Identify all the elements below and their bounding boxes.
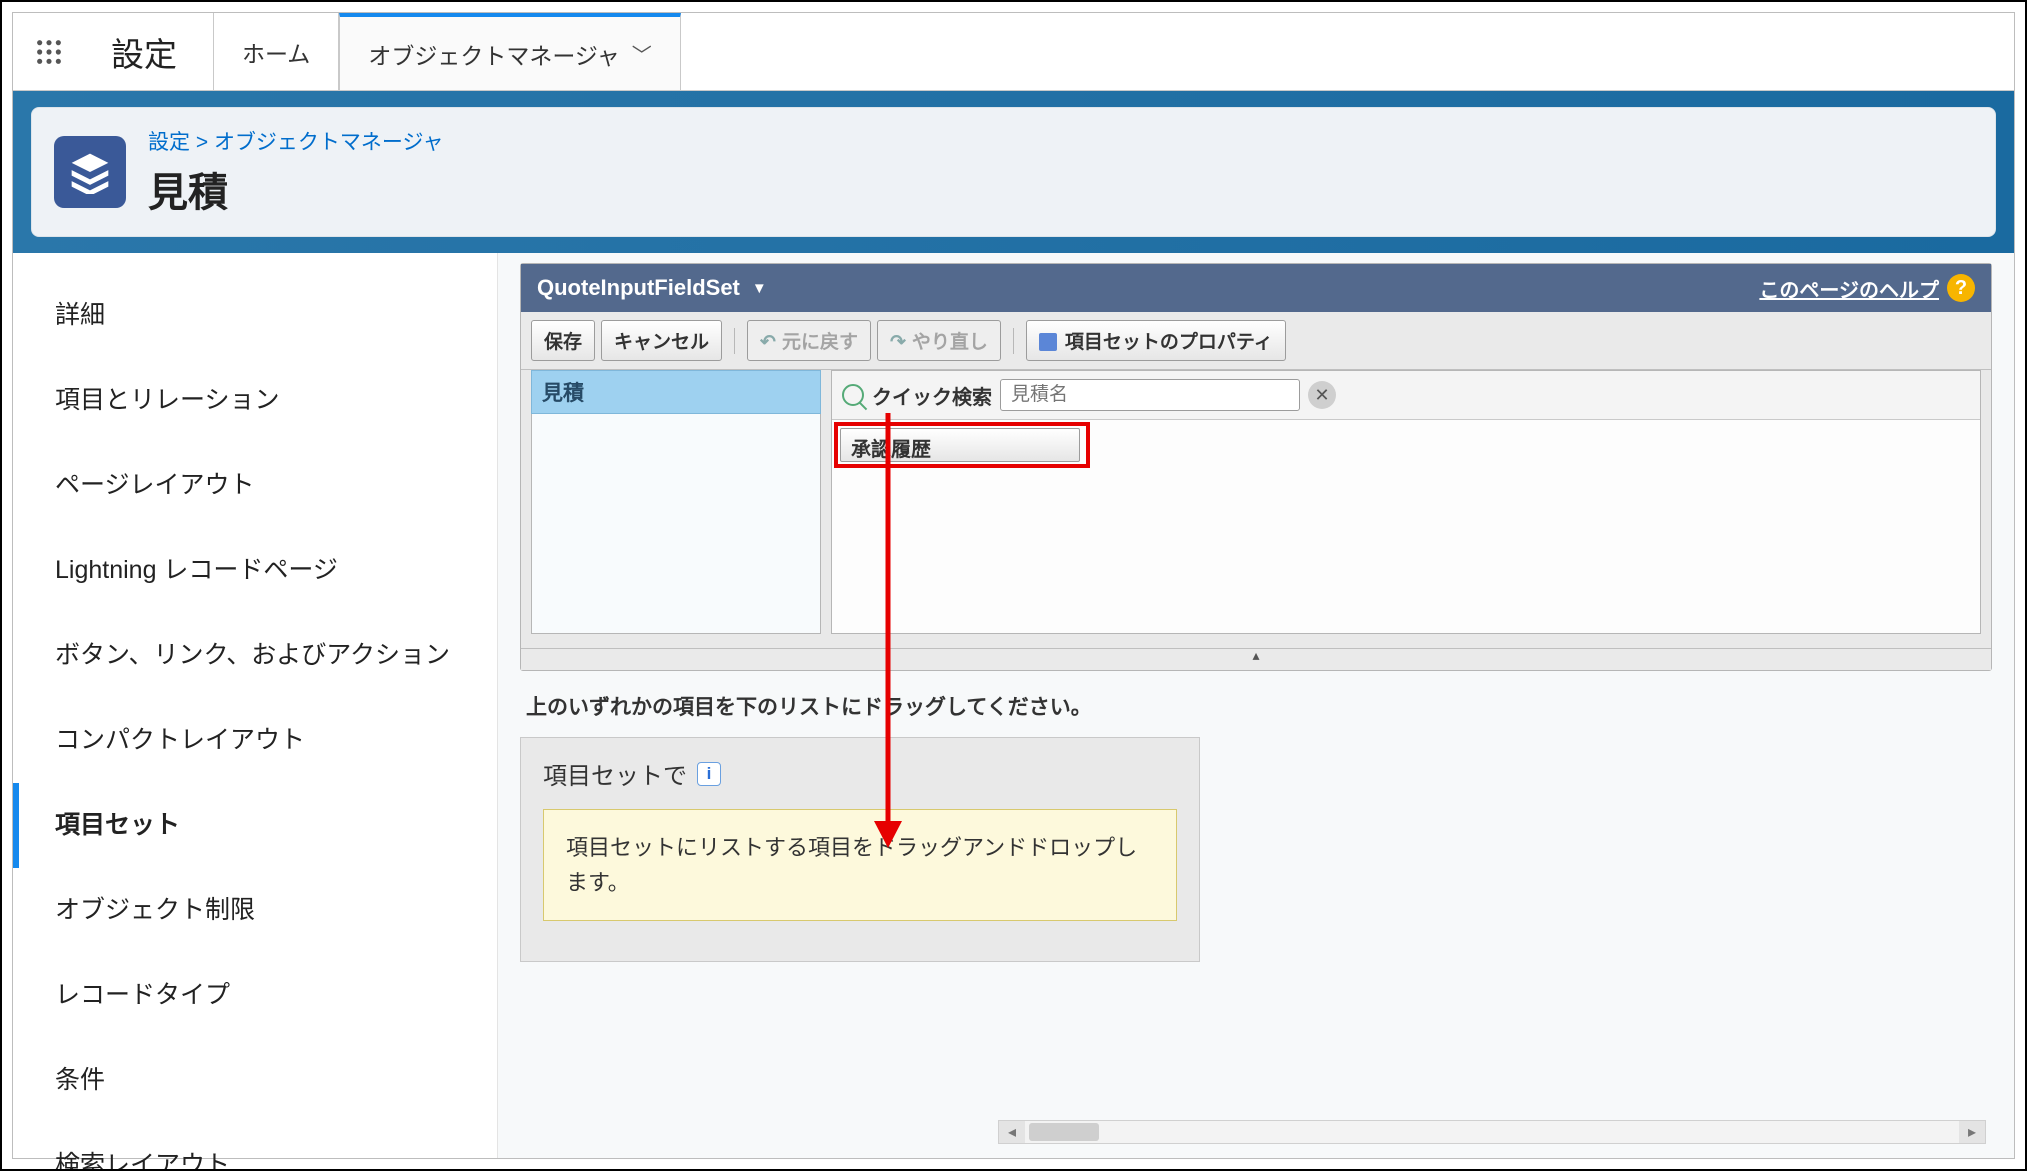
sidebar-item-details[interactable]: 詳細 <box>13 273 497 358</box>
sidebar-item-record-types[interactable]: レコードタイプ <box>13 953 497 1038</box>
editor-toolbar: 保存 キャンセル ↶元に戻す ↷やり直し 項目セットのプロパティ <box>521 312 1991 370</box>
global-header: 設定 ホーム オブジェクトマネージャ ﹀ <box>13 13 2014 91</box>
editor-collapse-handle[interactable]: ▴ <box>521 648 1991 670</box>
object-header: 設定 > オブジェクトマネージャ 見積 <box>31 107 1996 237</box>
main-content: QuoteInputFieldSet ▼ このページのヘルプ ? 保存 キャンセ… <box>498 253 2014 1158</box>
toolbar-separator <box>734 328 735 354</box>
tab-label: ホーム <box>242 35 310 69</box>
sidebar-item-object-limits[interactable]: オブジェクト制限 <box>13 868 497 953</box>
dropcard-title-row: 項目セットで i <box>521 738 1199 809</box>
undo-icon: ↶ <box>760 332 776 353</box>
horizontal-scrollbar[interactable]: ◂ ▸ <box>998 1120 1986 1144</box>
editor-title-dropdown-icon[interactable]: ▼ <box>752 280 767 297</box>
scroll-left-icon[interactable]: ◂ <box>999 1121 1025 1143</box>
redo-icon: ↷ <box>890 332 906 353</box>
breadcrumb-setup-link[interactable]: 設定 <box>148 131 190 154</box>
fieldset-properties-button[interactable]: 項目セットのプロパティ <box>1026 320 1286 361</box>
search-icon <box>842 384 864 406</box>
properties-icon <box>1039 333 1057 351</box>
drag-instruction-text: 上のいずれかの項目を下のリストにドラッグしてください。 <box>520 671 1992 737</box>
object-sidebar: 詳細 項目とリレーション ページレイアウト Lightning レコードページ … <box>13 253 498 1158</box>
quick-find-label: クイック検索 <box>872 381 992 410</box>
dropcard-title: 項目セットで <box>543 756 687 791</box>
sidebar-item-search-layouts[interactable]: 検索レイアウト <box>13 1123 497 1171</box>
quick-find-row: クイック検索 ✕ <box>832 371 1980 420</box>
palette-category-pane: 見積 <box>531 370 821 634</box>
caret-up-icon: ▴ <box>1252 647 1259 664</box>
toolbar-separator <box>1013 328 1014 354</box>
breadcrumb: 設定 > オブジェクトマネージャ <box>148 126 443 156</box>
save-button[interactable]: 保存 <box>531 320 595 361</box>
palette-field-approval-history[interactable]: 承認履歴 <box>840 428 1080 462</box>
scroll-right-icon[interactable]: ▸ <box>1959 1121 1985 1143</box>
cancel-button[interactable]: キャンセル <box>601 320 722 361</box>
object-header-band: 設定 > オブジェクトマネージャ 見積 <box>13 91 2014 253</box>
undo-button: ↶元に戻す <box>747 320 871 361</box>
fieldset-drop-card: 項目セットで i 項目セットにリストする項目をドラッグアンドドロップします。 <box>520 737 1200 962</box>
help-for-this-page-link[interactable]: このページのヘルプ <box>1759 274 1939 303</box>
app-launcher-icon[interactable] <box>13 13 85 90</box>
editor-title: QuoteInputFieldSet <box>537 275 740 301</box>
tab-home[interactable]: ホーム <box>213 13 339 90</box>
tab-object-manager[interactable]: オブジェクトマネージャ ﹀ <box>339 13 680 90</box>
editor-header: QuoteInputFieldSet ▼ このページのヘルプ ? <box>521 264 1991 312</box>
app-title: 設定 <box>85 13 203 90</box>
chevron-down-icon[interactable]: ﹀ <box>632 39 652 68</box>
quick-find-input[interactable] <box>1000 379 1300 411</box>
palette-category-list <box>531 414 821 634</box>
palette-pane: クイック検索 ✕ 承認履歴 <box>831 370 1981 634</box>
palette-category-selected[interactable]: 見積 <box>531 370 821 414</box>
clear-search-icon[interactable]: ✕ <box>1308 381 1336 409</box>
breadcrumb-separator: > <box>190 131 214 154</box>
sidebar-item-fields-relationships[interactable]: 項目とリレーション <box>13 358 497 443</box>
sidebar-item-buttons-links-actions[interactable]: ボタン、リンク、およびアクション <box>13 613 497 698</box>
fieldset-editor: QuoteInputFieldSet ▼ このページのヘルプ ? 保存 キャンセ… <box>520 263 1992 671</box>
tab-label: オブジェクトマネージャ <box>368 37 619 71</box>
sidebar-item-compact-layouts[interactable]: コンパクトレイアウト <box>13 698 497 783</box>
redo-button: ↷やり直し <box>877 320 1001 361</box>
info-icon[interactable]: i <box>697 762 721 786</box>
context-tab-bar: ホーム オブジェクトマネージャ ﹀ <box>213 13 681 90</box>
sidebar-item-page-layouts[interactable]: ページレイアウト <box>13 443 497 528</box>
help-icon[interactable]: ? <box>1947 274 1975 302</box>
sidebar-item-validation-rules[interactable]: 条件 <box>13 1038 497 1123</box>
sidebar-item-field-sets[interactable]: 項目セット <box>13 783 497 868</box>
scrollbar-thumb[interactable] <box>1029 1123 1099 1141</box>
fieldset-drop-zone[interactable]: 項目セットにリストする項目をドラッグアンドドロップします。 <box>543 809 1177 921</box>
sidebar-item-lightning-pages[interactable]: Lightning レコードページ <box>13 528 497 613</box>
breadcrumb-object-manager-link[interactable]: オブジェクトマネージャ <box>214 131 444 154</box>
object-icon <box>54 136 126 208</box>
page-title: 見積 <box>148 160 443 218</box>
